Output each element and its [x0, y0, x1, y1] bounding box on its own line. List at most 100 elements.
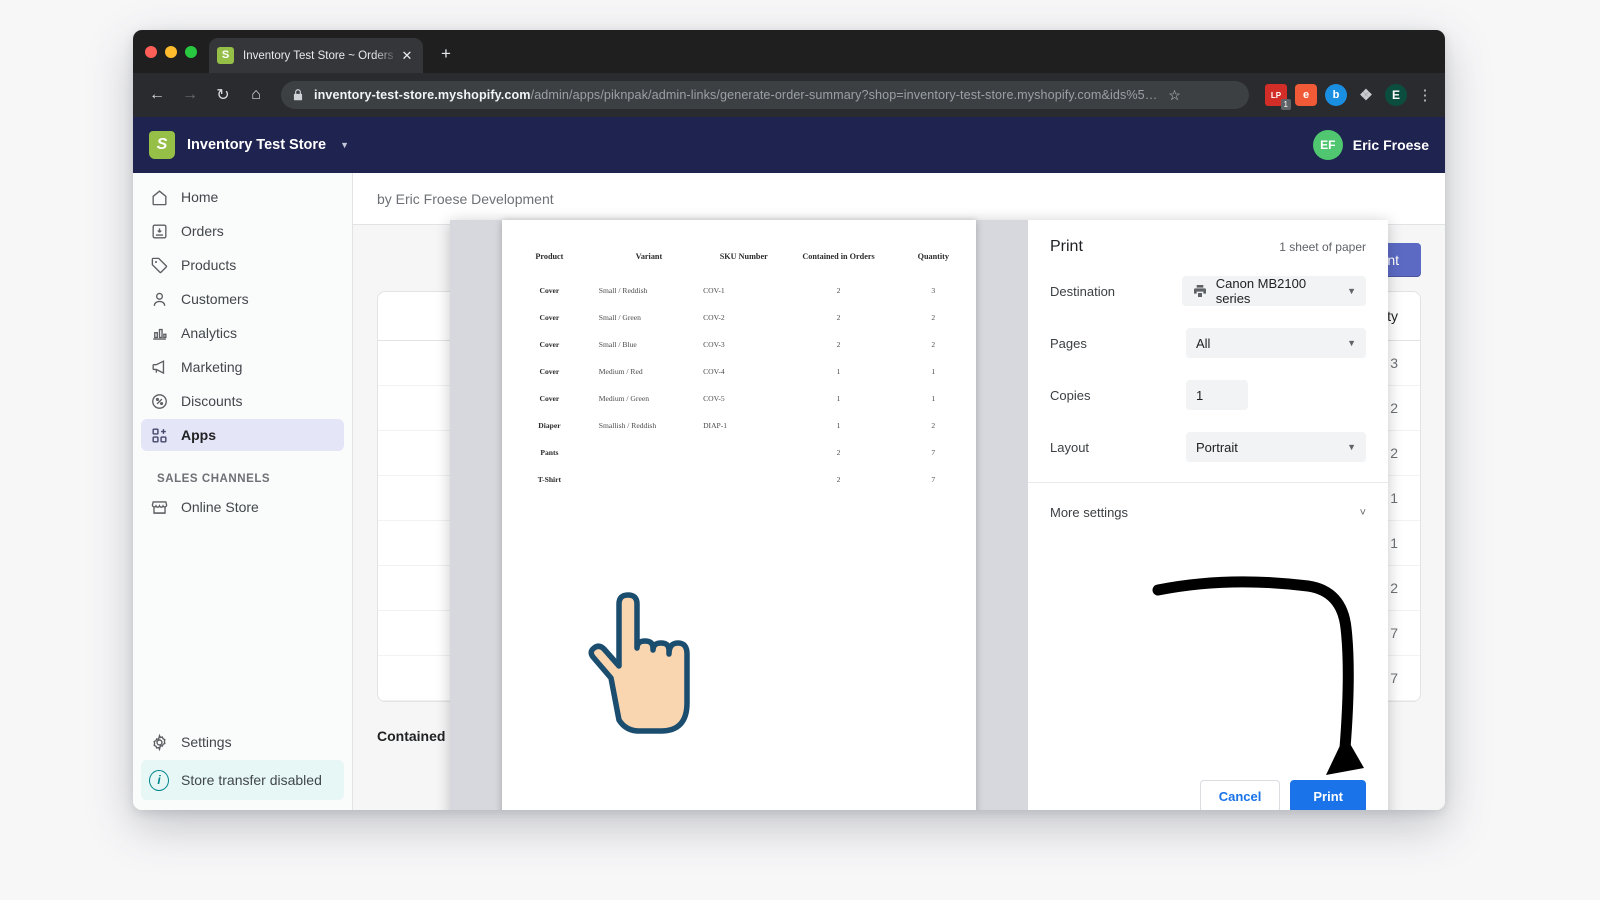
preview-cell-sku: COV-1	[701, 277, 786, 304]
close-window-button[interactable]	[145, 46, 157, 58]
address-bar[interactable]: inventory-test-store.myshopify.com/admin…	[281, 81, 1249, 109]
printer-icon	[1192, 283, 1208, 299]
lastpass-extension-icon[interactable]: LP	[1265, 84, 1287, 106]
preview-cell-sku	[701, 466, 786, 493]
sidebar-item-orders[interactable]: Orders	[141, 215, 344, 247]
preview-table-row: DiaperSmallish / ReddishDIAP-112	[502, 412, 976, 439]
chevron-down-icon: ▼	[1347, 338, 1356, 348]
destination-value: Canon MB2100 series	[1216, 276, 1339, 306]
maximize-window-button[interactable]	[185, 46, 197, 58]
print-dialog-footer: Cancel Print	[1028, 780, 1388, 810]
copies-row: Copies 1	[1028, 380, 1388, 410]
sidebar-item-label: Discounts	[181, 393, 242, 409]
evernote-extension-icon[interactable]: e	[1295, 84, 1317, 106]
print-preview-page: Product Variant SKU Number Contained in …	[502, 220, 976, 810]
shopify-logo-icon: S	[149, 131, 175, 159]
preview-cell-prod: Cover	[502, 277, 597, 304]
preview-cell-prod: T-Shirt	[502, 466, 597, 493]
sidebar-item-label: Settings	[181, 734, 232, 750]
preview-table-row: CoverMedium / RedCOV-411	[502, 358, 976, 385]
gear-icon	[149, 732, 169, 752]
reload-icon[interactable]: ↻	[209, 81, 237, 109]
preview-table-body: CoverSmall / ReddishCOV-123CoverSmall / …	[502, 277, 976, 493]
destination-select[interactable]: Canon MB2100 series ▼	[1182, 276, 1366, 306]
preview-cell-contained: 2	[786, 277, 890, 304]
browser-tab-active[interactable]: S Inventory Test Store ~ Orders · ✕	[209, 38, 423, 73]
minimize-window-button[interactable]	[165, 46, 177, 58]
preview-cell-sku: DIAP-1	[701, 412, 786, 439]
sidebar-item-settings[interactable]: Settings	[141, 726, 344, 758]
sidebar-item-home[interactable]: Home	[141, 181, 344, 213]
sidebar-item-label: Home	[181, 189, 218, 205]
preview-col-contained: Contained in Orders	[786, 248, 890, 277]
url-path: /admin/apps/piknpak/admin-links/generate…	[531, 88, 1158, 102]
copies-label: Copies	[1050, 388, 1186, 403]
preview-cell-qty: 1	[891, 358, 976, 385]
window-traffic-lights	[145, 46, 197, 58]
arrow-right-icon[interactable]: →	[176, 81, 204, 109]
preview-table-row: CoverMedium / GreenCOV-511	[502, 385, 976, 412]
browser-tab-strip: S Inventory Test Store ~ Orders · ✕ +	[133, 30, 1445, 73]
more-settings-toggle[interactable]: More settings ˅	[1028, 483, 1388, 542]
pages-select[interactable]: All ▼	[1186, 328, 1366, 358]
extensions-puzzle-icon[interactable]: ❖	[1355, 84, 1377, 106]
preview-cell-contained: 2	[786, 466, 890, 493]
sidebar-item-label: Products	[181, 257, 236, 273]
cancel-button[interactable]: Cancel	[1200, 780, 1281, 810]
sidebar-item-products[interactable]: Products	[141, 249, 344, 281]
chevron-down-icon[interactable]: ▼	[340, 140, 349, 150]
sidebar-item-label: Customers	[181, 291, 249, 307]
orders-inbox-icon	[149, 221, 169, 241]
preview-cell-qty: 1	[891, 385, 976, 412]
sidebar-item-label: Apps	[181, 427, 216, 443]
bitwarden-extension-icon[interactable]: b	[1325, 84, 1347, 106]
arrow-left-icon[interactable]: ←	[143, 81, 171, 109]
preview-cell-contained: 1	[786, 358, 890, 385]
admin-topbar: S Inventory Test Store ▼ EF Eric Froese	[133, 117, 1445, 173]
browser-tab-title: Inventory Test Store ~ Orders ·	[243, 50, 399, 62]
star-icon[interactable]: ☆	[1165, 87, 1183, 104]
layout-label: Layout	[1050, 440, 1186, 455]
preview-header-row: Product Variant SKU Number Contained in …	[502, 248, 976, 277]
store-transfer-banner[interactable]: i Store transfer disabled	[141, 760, 344, 800]
preview-cell-prod: Cover	[502, 358, 597, 385]
megaphone-icon	[149, 357, 169, 377]
user-menu[interactable]: EF Eric Froese	[1313, 130, 1429, 160]
apps-grid-icon	[149, 425, 169, 445]
layout-value: Portrait	[1196, 440, 1339, 455]
sidebar-item-discounts[interactable]: Discounts	[141, 385, 344, 417]
avatar: EF	[1313, 130, 1343, 160]
print-preview-table: Product Variant SKU Number Contained in …	[502, 248, 976, 493]
home-icon[interactable]: ⌂	[242, 81, 270, 109]
new-tab-button[interactable]: +	[435, 43, 457, 65]
copies-input[interactable]: 1	[1186, 380, 1248, 410]
admin-sidebar: Home Orders Products	[133, 173, 353, 810]
print-dialog-overlay: Product Variant SKU Number Contained in …	[450, 220, 1388, 810]
destination-label: Destination	[1050, 284, 1182, 299]
preview-cell-prod: Cover	[502, 331, 597, 358]
pages-label: Pages	[1050, 336, 1186, 351]
preview-table-row: CoverSmall / GreenCOV-222	[502, 304, 976, 331]
close-icon[interactable]: ✕	[399, 48, 415, 64]
sidebar-item-apps[interactable]: Apps	[141, 419, 344, 451]
store-name-label: Inventory Test Store	[187, 137, 326, 153]
sidebar-item-marketing[interactable]: Marketing	[141, 351, 344, 383]
lock-icon	[291, 88, 305, 102]
sidebar-item-customers[interactable]: Customers	[141, 283, 344, 315]
page-content: S Inventory Test Store ▼ EF Eric Froese	[133, 117, 1445, 810]
preview-cell-variant: Small / Green	[597, 304, 701, 331]
sidebar-item-online-store[interactable]: Online Store	[141, 491, 344, 523]
preview-cell-variant: Medium / Green	[597, 385, 701, 412]
store-transfer-label: Store transfer disabled	[181, 772, 322, 788]
store-selector[interactable]: S Inventory Test Store ▼	[149, 131, 349, 159]
preview-cell-qty: 3	[891, 277, 976, 304]
preview-cell-qty: 2	[891, 331, 976, 358]
print-confirm-button[interactable]: Print	[1290, 780, 1366, 810]
preview-table-row: CoverSmall / ReddishCOV-123	[502, 277, 976, 304]
sidebar-item-analytics[interactable]: Analytics	[141, 317, 344, 349]
preview-cell-prod: Cover	[502, 304, 597, 331]
kebab-menu-icon[interactable]: ⋮	[1415, 86, 1435, 104]
chrome-profile-avatar[interactable]: E	[1385, 84, 1407, 106]
preview-cell-sku: COV-5	[701, 385, 786, 412]
layout-select[interactable]: Portrait ▼	[1186, 432, 1366, 462]
